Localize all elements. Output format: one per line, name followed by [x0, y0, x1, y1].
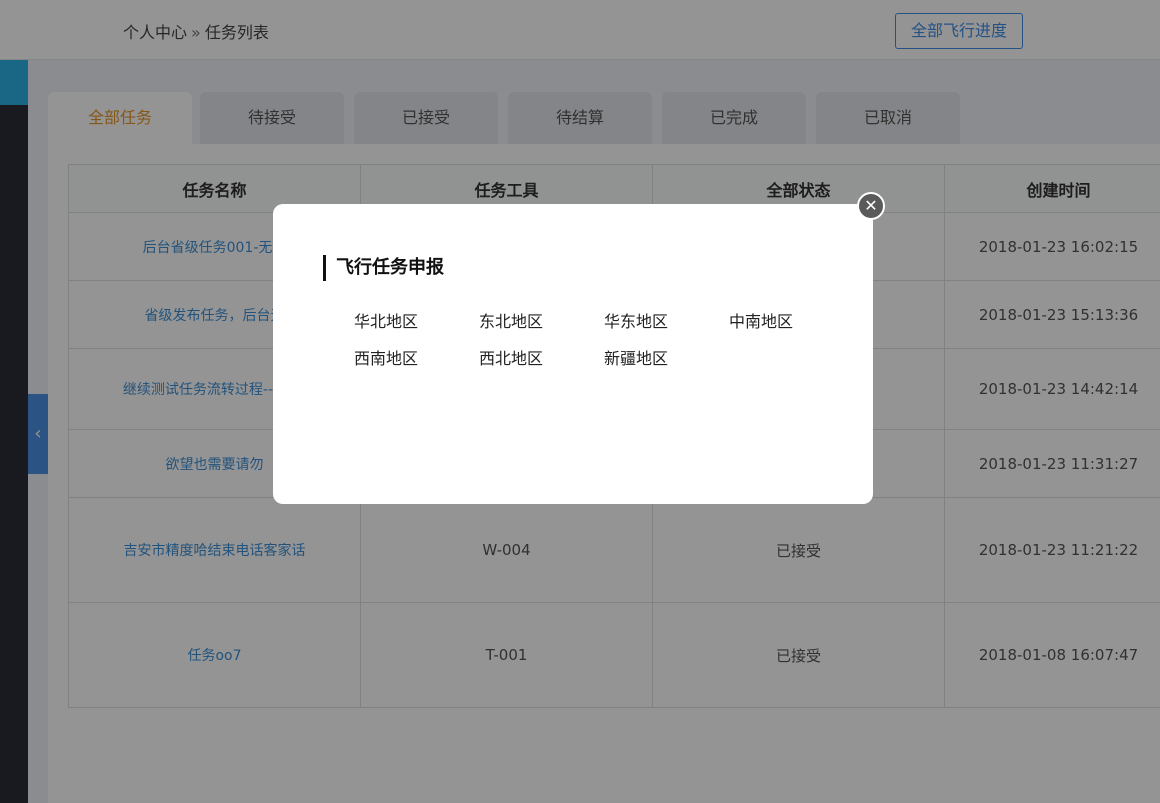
- flight-task-declaration-modal: 飞行任务申报 华北地区 东北地区 华东地区 中南地区 西南地区 西北地区 新疆地…: [273, 204, 873, 504]
- region-option-central-south[interactable]: 中南地区: [729, 308, 793, 332]
- modal-close-button[interactable]: ✕: [857, 192, 885, 220]
- modal-title: 飞行任务申报: [323, 255, 444, 281]
- region-option-xinjiang[interactable]: 新疆地区: [604, 345, 668, 369]
- region-option-southwest[interactable]: 西南地区: [354, 345, 418, 369]
- region-option-northwest[interactable]: 西北地区: [479, 345, 543, 369]
- close-icon: ✕: [864, 196, 878, 215]
- region-option-north-china[interactable]: 华北地区: [354, 308, 418, 332]
- region-option-northeast[interactable]: 东北地区: [479, 308, 543, 332]
- region-option-east-china[interactable]: 华东地区: [604, 308, 668, 332]
